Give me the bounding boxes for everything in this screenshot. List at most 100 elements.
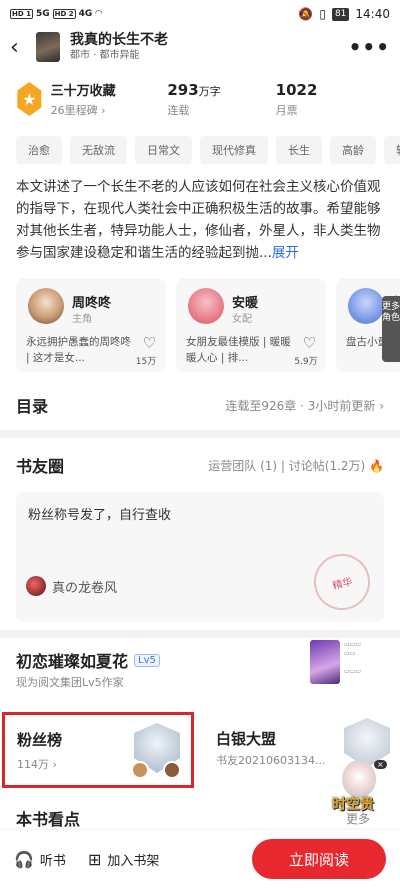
milestone-text: 26里程碑 (50, 104, 98, 117)
words-stat: 293万字 连载 (167, 81, 275, 118)
character-desc: 女朋友最佳模版 | 暖暖暖人心 | 排... (186, 336, 291, 364)
post-author: 真の龙卷风 (26, 576, 117, 596)
author-name: 初恋璀璨如夏花 (16, 652, 129, 671)
silver-league-sub: 书友20210603134... (216, 754, 326, 767)
fan-ranking-card[interactable]: 粉丝榜 114万 › (2, 712, 194, 788)
book-description[interactable]: 本文讲述了一个长生不老的人应该如何在社会主义核心价值观的指导下，在现代人类社会中… (16, 176, 386, 264)
catalog-row[interactable]: 目录 连载至926章 · 3小时前更新 › (0, 390, 400, 420)
book-title: 我真的长生不老 (70, 32, 168, 48)
fan-shield-art (131, 719, 183, 781)
add-to-shelf-button[interactable]: ⊞ 加入书架 (88, 850, 159, 869)
hd-badge-1: HD 1 (10, 9, 33, 19)
battery-icon: 81 (331, 7, 350, 21)
listen-label: 听书 (39, 853, 66, 869)
bookshelf-add-icon: ⊞ (87, 849, 102, 869)
fan-count-text: 114万 (17, 758, 49, 771)
tag-list: 治愈 无敌流 日常文 现代修真 长生 高龄 轻 (16, 136, 400, 164)
author-level-badge: Lv5 (134, 653, 160, 667)
heart-icon[interactable]: ♡ (303, 334, 316, 352)
author-book-cover (310, 640, 340, 684)
post-author-name: 真の龙卷风 (52, 580, 118, 596)
featured-stamp-icon: 精华 (307, 547, 377, 617)
description-text: 本文讲述了一个长生不老的人应该如何在社会主义核心价值观的指导下，在现代人类社会中… (16, 179, 381, 261)
catalog-meta-text: 连载至926章 · 3小时前更新 (225, 398, 376, 413)
hd-badge-2: HD 2 (52, 9, 76, 19)
promo-character-art (342, 760, 376, 798)
catalog-meta: 连载至926章 · 3小时前更新 › (225, 398, 384, 413)
like-count: 5.9万 (294, 357, 318, 367)
collect-value: 三十万收藏 (50, 84, 116, 99)
section-divider (0, 430, 400, 438)
character-name: 周咚咚 (72, 296, 112, 311)
network-indicators: HD 1 5G HD 2 4G ◠ (10, 9, 102, 19)
book-cover-thumb (36, 32, 60, 62)
book-circle-meta: 运营团队 (1) | 讨论帖(1.2万) 🔥 (208, 458, 384, 473)
author-row[interactable]: 初恋璀璨如夏花 Lv5 (16, 648, 160, 672)
tag-chip[interactable]: 现代修真 (200, 136, 268, 164)
tag-chip[interactable]: 高龄 (330, 136, 376, 164)
author-book-art: ▭▭▭ ▭▭ ▭▭▭ (344, 641, 362, 675)
character-role: 主角 (72, 314, 92, 325)
silver-league-title[interactable]: 白银大盟 (216, 728, 276, 749)
headphones-icon: 🎧 (14, 849, 34, 869)
words-value: 293万字 (167, 81, 275, 99)
book-category: 都市 · 都市异能 (70, 50, 140, 61)
mute-icon: 🔕 (298, 7, 314, 21)
character-card[interactable]: 周咚咚 主角 永远拥护愚蠢的周咚咚 | 这才是女... ♡ 15万 (16, 278, 166, 372)
star-badge-icon: ★ (17, 82, 42, 116)
expand-link[interactable]: 展开 (272, 245, 299, 261)
tag-chip[interactable]: 日常文 (135, 136, 192, 164)
tickets-value: 1022 (275, 80, 318, 99)
network-4g: 4G (78, 9, 93, 19)
tag-chip[interactable]: 长生 (276, 136, 322, 164)
bottom-action-bar: 🎧 听书 ⊞ 加入书架 立即阅读 (0, 830, 400, 888)
character-role: 女配 (232, 314, 252, 325)
book-stats: ★ 三十万收藏 26里程碑 › 293万字 连载 1022 月票 (0, 74, 400, 124)
more-characters-tab[interactable]: 更多角色 (382, 296, 400, 362)
like-count: 15万 (135, 357, 157, 367)
tag-chip[interactable]: 治愈 (16, 136, 62, 164)
collect-stat[interactable]: 三十万收藏 26里程碑 › (51, 80, 168, 118)
post-text: 粉丝称号发了，自行查收 (28, 508, 172, 523)
network-5g: 5G (35, 9, 50, 19)
character-avatar (28, 288, 64, 324)
tickets-stat[interactable]: 1022 月票 (276, 81, 384, 118)
words-unit: 万字 (198, 84, 221, 98)
character-list: 周咚咚 主角 永远拥护愚蠢的周咚咚 | 这才是女... ♡ 15万 安暖 女配 … (16, 278, 400, 372)
book-circle-header[interactable]: 书友圈 运营团队 (1) | 讨论帖(1.2万) 🔥 (0, 452, 400, 478)
book-highlights-title: 本书看点 (16, 810, 81, 829)
catalog-title: 目录 (16, 397, 49, 416)
team-count: 运营团队 (1) (208, 458, 278, 473)
character-desc: 永远拥护愚蠢的周咚咚 | 这才是女... (26, 336, 131, 364)
words-number: 293 (167, 80, 199, 99)
heart-icon[interactable]: ♡ (143, 334, 156, 352)
author-desc: 现为阅文集团Lv5作家 (16, 676, 124, 689)
close-icon[interactable]: × (374, 760, 387, 769)
post-count: 讨论帖(1.2万) (288, 458, 366, 473)
avatar (26, 576, 46, 596)
status-bar: HD 1 5G HD 2 4G ◠ 🔕 ▯ 81 14:40 (0, 0, 400, 28)
read-now-button[interactable]: 立即阅读 (252, 839, 386, 879)
character-card[interactable]: 安暖 女配 女朋友最佳模版 | 暖暖暖人心 | 排... ♡ 5.9万 (176, 278, 326, 372)
clock: 14:40 (355, 7, 390, 21)
book-circle-title: 书友圈 (16, 457, 65, 476)
book-header: ‹ 我真的长生不老 都市 · 都市异能 ••• (0, 28, 400, 66)
more-link[interactable]: 更多 (346, 810, 370, 827)
vibrate-icon: ▯ (319, 7, 326, 21)
author-book-thumb[interactable]: ▭▭▭ ▭▭ ▭▭▭ (310, 640, 388, 692)
milestone-label: 26里程碑 › (50, 104, 106, 117)
pinned-post[interactable]: 粉丝称号发了，自行查收 真の龙卷风 精华 (16, 492, 384, 622)
character-avatar (348, 288, 384, 324)
wifi-icon: ◠ (95, 9, 103, 19)
tag-chip[interactable]: 无敌流 (70, 136, 127, 164)
tag-chip[interactable]: 轻 (384, 136, 400, 164)
tickets-label: 月票 (275, 103, 298, 117)
listen-button[interactable]: 🎧 听书 (14, 850, 66, 869)
add-to-shelf-label: 加入书架 (107, 853, 160, 869)
character-avatar (188, 288, 224, 324)
more-dots-icon[interactable]: ••• (349, 35, 390, 59)
chevron-left-icon[interactable]: ‹ (10, 35, 36, 60)
words-label: 连载 (167, 103, 190, 117)
avatar (131, 761, 149, 779)
section-divider (0, 630, 400, 638)
